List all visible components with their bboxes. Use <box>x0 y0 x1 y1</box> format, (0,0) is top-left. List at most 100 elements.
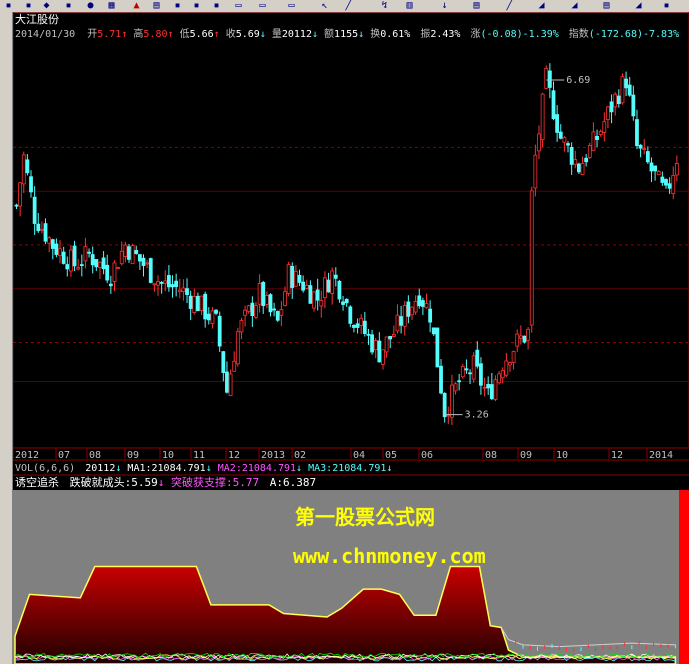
candle-body <box>537 133 541 152</box>
indicator-header: 诱空追杀 跌破就成头:5.59↓ 突破获支撑:5.77 A:6.387 <box>15 475 316 489</box>
candle-body <box>384 336 389 353</box>
left-side-toolbar <box>0 12 13 664</box>
candle-body <box>388 335 393 340</box>
candle-body <box>649 162 654 172</box>
line-tool-icon[interactable]: ╱ <box>342 0 355 11</box>
cursor-icon[interactable]: ↖ <box>318 0 331 11</box>
toolbar-icon[interactable]: ╱ <box>503 0 516 11</box>
candle-body <box>616 95 621 105</box>
candle-body <box>359 317 364 326</box>
candle-body <box>134 250 139 254</box>
quote-line: 2014/01/30 开5.71↑ 高5.80↑ 低5.66↑ 收5.69↓ 量… <box>15 27 679 40</box>
vol-label: 量 <box>272 28 282 40</box>
toolbar-icon[interactable]: ▭ <box>285 0 298 11</box>
toolbar-icon[interactable]: ▪ <box>171 0 184 11</box>
candle-body <box>326 279 331 293</box>
stock-name: 大江股份 <box>15 12 59 26</box>
candle-body <box>602 121 607 133</box>
candle-body <box>76 267 81 270</box>
candle-body <box>286 264 291 294</box>
candle-body <box>290 266 295 288</box>
candle-body <box>156 281 160 286</box>
candle-body <box>119 250 124 265</box>
candle-body <box>591 131 596 151</box>
candle-body <box>355 323 360 328</box>
candle-body <box>127 246 131 260</box>
candle-body <box>667 183 672 189</box>
candle-body <box>489 384 494 400</box>
candle-body <box>471 355 476 380</box>
toolbar-icon[interactable]: ▥ <box>403 0 416 11</box>
candle-body <box>337 280 342 300</box>
candle-body <box>624 78 628 89</box>
toolbar-icon[interactable]: ▤ <box>600 0 613 11</box>
amplitude-value: 2.43% <box>430 29 460 40</box>
toolbar-icon[interactable]: ◢ <box>568 0 581 11</box>
toolbar-icon[interactable]: ▪ <box>210 0 223 11</box>
toolbar-icon[interactable]: ◆ <box>40 0 53 11</box>
candle-body <box>21 154 26 185</box>
open-label: 开 <box>87 29 97 40</box>
toolbar-icon[interactable]: ↓ <box>438 0 451 11</box>
candle-body <box>366 333 371 336</box>
low-value: 5.66 <box>190 29 214 40</box>
candle-body <box>620 76 625 104</box>
toolbar-icon[interactable]: ▪ <box>22 0 35 11</box>
toolbar-icon[interactable]: ◢ <box>535 0 548 11</box>
bell-icon[interactable]: ▲ <box>130 0 143 11</box>
candle-body <box>297 274 302 283</box>
candle-body <box>130 245 135 265</box>
toolbar-icon[interactable]: ↯ <box>378 0 391 11</box>
candle-body <box>497 373 501 384</box>
toolbar-icon[interactable]: ▪ <box>660 0 673 11</box>
candle-body <box>406 301 411 317</box>
candle-body <box>268 294 273 313</box>
toolbar-icon[interactable]: ● <box>84 0 97 11</box>
turnover-value: 0.61% <box>380 29 410 40</box>
candle-body <box>587 145 592 158</box>
candle-body <box>185 288 189 295</box>
candle-body <box>275 311 280 321</box>
toolbar-icon[interactable]: ▪ <box>62 0 75 11</box>
candle-body <box>562 137 567 143</box>
date-tick-label: 08 <box>89 450 101 461</box>
toolbar-icon[interactable]: ▪ <box>2 0 15 11</box>
toolbar-icon[interactable]: ▦ <box>105 0 118 11</box>
candle-body <box>43 223 48 242</box>
candle-body <box>87 251 91 254</box>
candle-body <box>395 314 400 332</box>
candle-body <box>595 135 599 140</box>
candle-body <box>373 340 378 351</box>
candle-body <box>635 119 639 147</box>
toolbar-icon[interactable]: ◢ <box>632 0 645 11</box>
candle-body <box>50 239 55 249</box>
toolbar-icon[interactable]: ▭ <box>232 0 245 11</box>
candle-body <box>283 291 287 306</box>
candle-body <box>210 310 215 325</box>
candle-body <box>36 223 41 232</box>
candle-body <box>39 228 44 231</box>
candle-body <box>460 365 465 378</box>
date-tick-label: 2013 <box>261 450 285 461</box>
candle-body <box>417 295 422 307</box>
candle-body <box>508 362 512 366</box>
candle-body <box>79 264 84 266</box>
amount-value: 1155 <box>334 29 358 40</box>
date-tick-label: 2014 <box>649 450 673 461</box>
candle-body <box>457 380 462 383</box>
candle-body <box>98 261 102 268</box>
candle-body <box>108 283 113 287</box>
candle-body <box>362 320 367 334</box>
candle-body <box>304 285 309 289</box>
toolbar-icon[interactable]: ▤ <box>150 0 163 11</box>
candle-body <box>660 176 665 183</box>
candle-body <box>14 204 19 207</box>
toolbar-icon[interactable]: ▤ <box>470 0 483 11</box>
toolbar-icon[interactable]: ▭ <box>256 0 269 11</box>
candle-body <box>464 368 469 371</box>
vol-ma2: MA2:21084.791 <box>218 463 296 474</box>
candle-body <box>555 114 560 133</box>
date-tick-label: 12 <box>611 450 623 461</box>
watermark-title: 第一股票公式网 <box>295 505 435 529</box>
toolbar-icon[interactable]: ▪ <box>190 0 203 11</box>
